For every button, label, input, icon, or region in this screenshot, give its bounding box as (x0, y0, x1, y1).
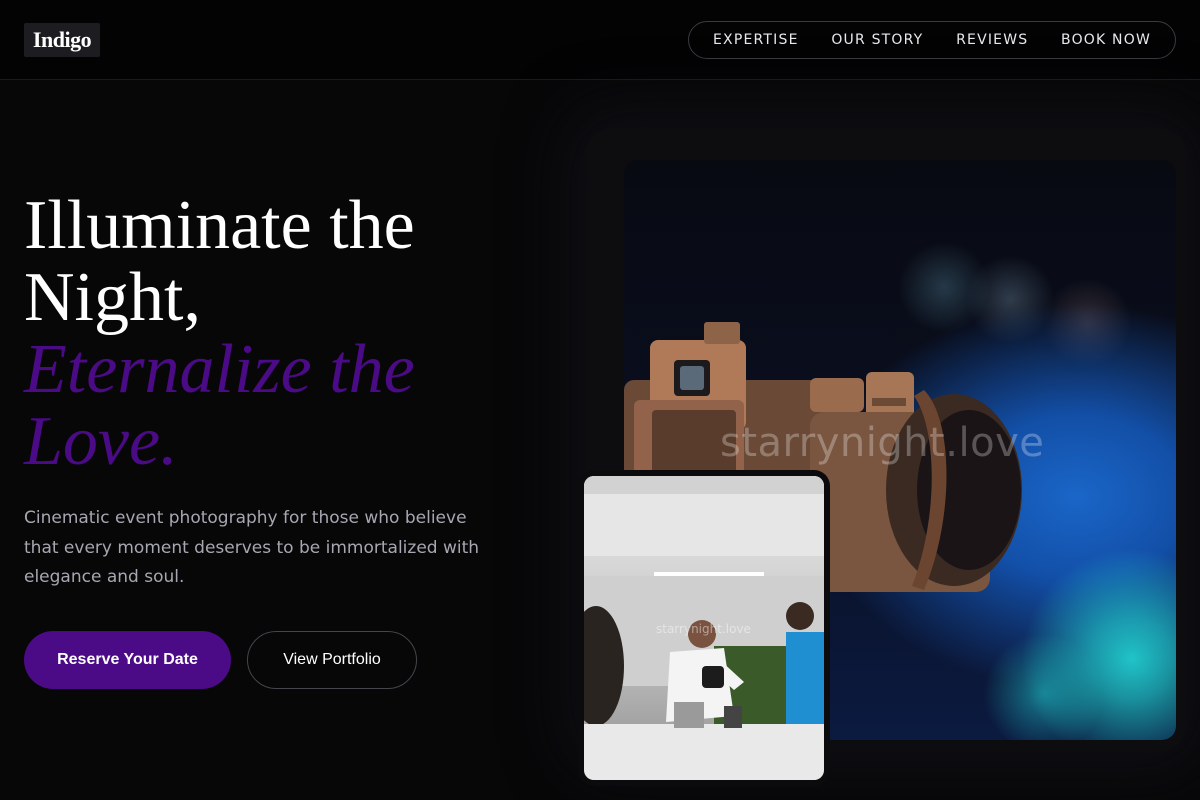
reserve-date-button[interactable]: Reserve Your Date (24, 631, 231, 689)
logo[interactable]: Indigo (24, 23, 100, 57)
hero-headline: Illuminate the Night, Eternalize the Lov… (24, 190, 504, 478)
main-nav: EXPERTISE OUR STORY REVIEWS BOOK NOW (688, 21, 1176, 59)
hero-subtitle: Cinematic event photography for those wh… (24, 508, 480, 587)
headline-line-1: Illuminate the Night, (24, 187, 415, 336)
nav-link-book-now[interactable]: BOOK NOW (1061, 32, 1151, 48)
site-header: Indigo EXPERTISE OUR STORY REVIEWS BOOK … (0, 0, 1200, 80)
small-photo-watermark: starrynight.love (656, 622, 751, 636)
nav-link-reviews[interactable]: REVIEWS (956, 32, 1028, 48)
view-portfolio-button[interactable]: View Portfolio (247, 631, 417, 689)
photo-watermark: starrynight.love (720, 420, 1045, 466)
headline-line-2: Eternalize the Love. (24, 331, 415, 480)
nav-link-our-story[interactable]: OUR STORY (831, 32, 923, 48)
nav-link-expertise[interactable]: EXPERTISE (713, 32, 799, 48)
